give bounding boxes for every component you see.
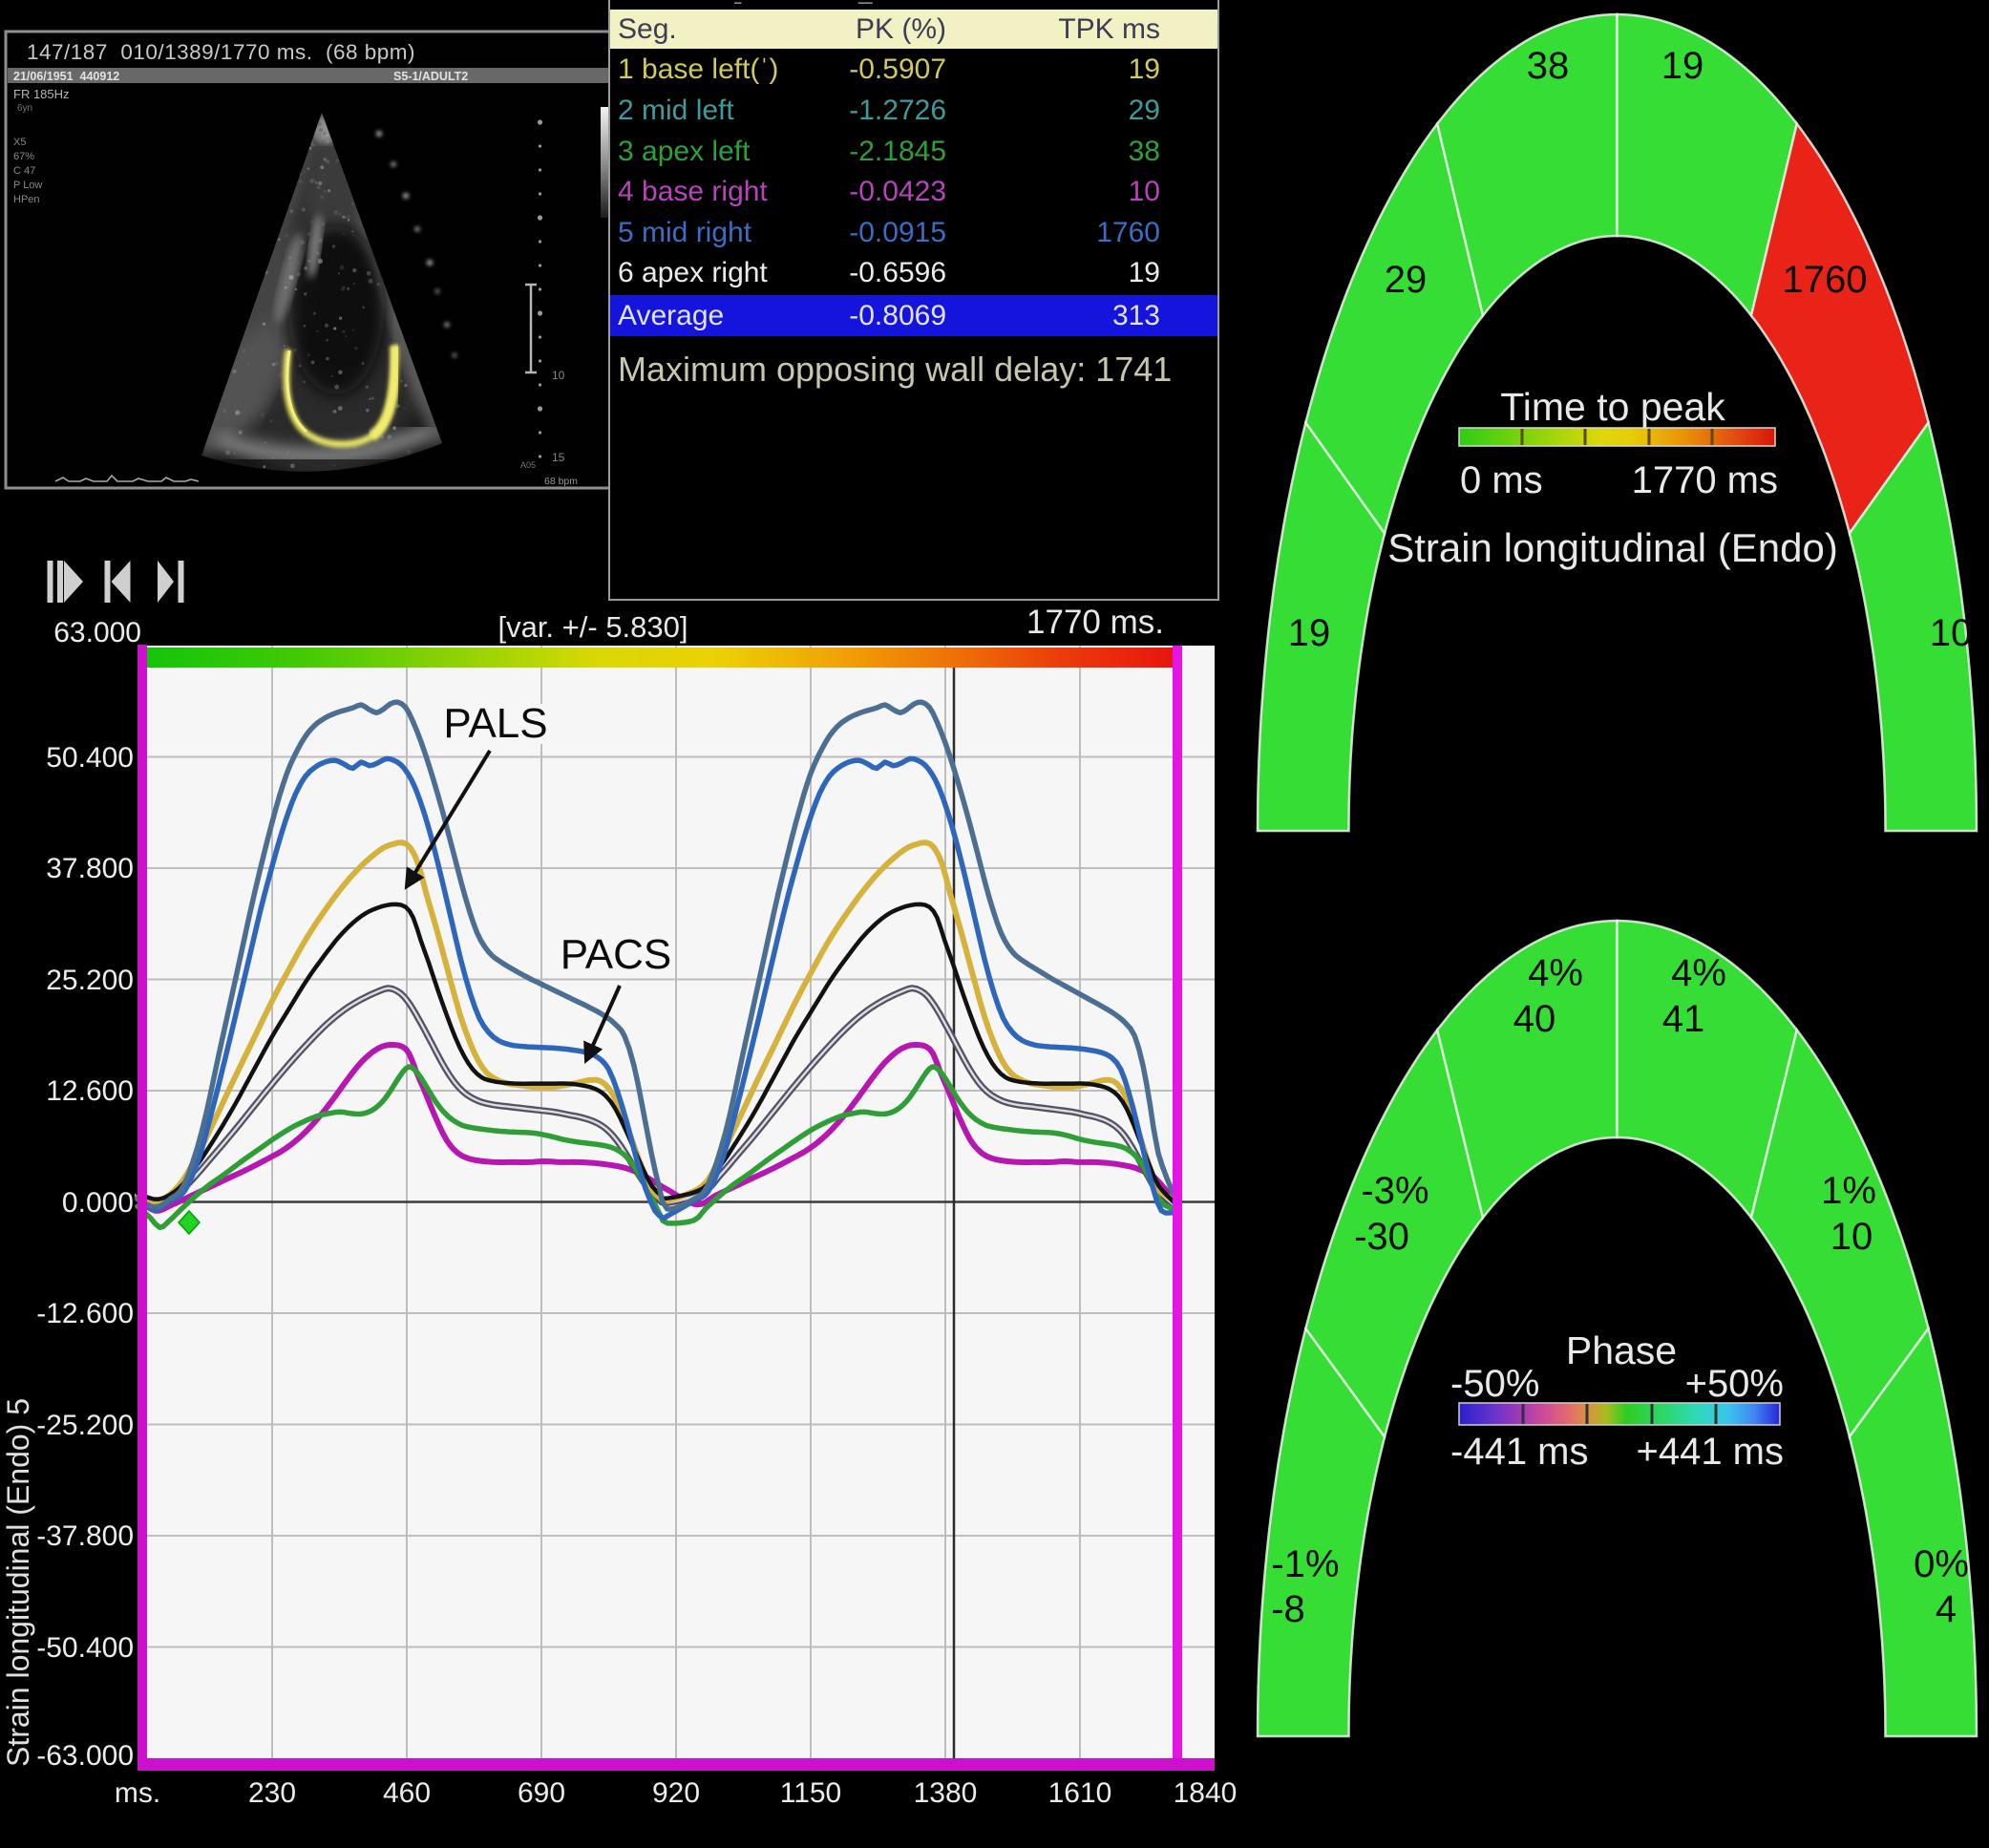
svg-text:-1%: -1%: [1271, 1543, 1339, 1585]
svg-text:4: 4: [1936, 1588, 1957, 1630]
svg-text:1380: 1380: [914, 1777, 978, 1809]
svg-text:-50%: -50%: [1450, 1363, 1539, 1405]
svg-text:1150: 1150: [780, 1777, 842, 1809]
svg-text:-30: -30: [1354, 1216, 1409, 1258]
svg-text:21/06/1951 440912: 21/06/1951 440912: [13, 70, 119, 83]
svg-text:PACS: PACS: [561, 931, 672, 978]
svg-text:6yn: 6yn: [17, 103, 32, 114]
svg-text:690: 690: [518, 1777, 565, 1809]
svg-text:38: 38: [1527, 45, 1570, 87]
svg-text:67%: 67%: [13, 151, 34, 162]
svg-text:460: 460: [383, 1777, 431, 1809]
svg-text:40: 40: [1513, 998, 1556, 1040]
svg-text:37.800: 37.800: [46, 853, 134, 884]
svg-text:1%: 1%: [1821, 1170, 1876, 1212]
svg-text:-8: -8: [1271, 1588, 1305, 1630]
svg-text:A05: A05: [520, 460, 536, 470]
svg-text:P Low: P Low: [13, 180, 42, 191]
svg-text:920: 920: [652, 1777, 700, 1809]
svg-text:15: 15: [552, 451, 565, 464]
svg-text:4%: 4%: [1528, 952, 1583, 994]
svg-text:68 bpm: 68 bpm: [544, 476, 578, 487]
svg-text:10: 10: [552, 369, 565, 382]
svg-text:4%: 4%: [1671, 952, 1726, 994]
svg-text:S5-1/ADULT2: S5-1/ADULT2: [393, 70, 468, 83]
svg-text:[var. +/- 5.830]: [var. +/- 5.830]: [497, 610, 688, 644]
svg-text:X5: X5: [13, 137, 26, 148]
svg-text:0%: 0%: [1914, 1543, 1969, 1585]
svg-text:1770 ms: 1770 ms: [1632, 459, 1778, 501]
svg-text:Time to peak: Time to peak: [1500, 385, 1725, 429]
svg-text:41: 41: [1662, 998, 1705, 1040]
svg-text:12.600: 12.600: [46, 1075, 134, 1107]
svg-text:-25.200: -25.200: [36, 1410, 134, 1441]
svg-text:0.000: 0.000: [62, 1187, 134, 1219]
svg-text:19: 19: [1288, 612, 1331, 654]
svg-text:230: 230: [248, 1777, 296, 1809]
svg-text:147/187 010/1389/1770 ms. (6: 147/187 010/1389/1770 ms. (68 bpm): [27, 40, 415, 64]
svg-text:1770 ms.: 1770 ms.: [1026, 604, 1164, 641]
svg-text:10: 10: [1830, 1216, 1873, 1258]
svg-text:50.400: 50.400: [46, 742, 134, 774]
svg-text:25.200: 25.200: [46, 965, 134, 996]
svg-text:1760: 1760: [1783, 259, 1868, 301]
svg-text:19: 19: [1661, 45, 1704, 87]
svg-text:-63.000: -63.000: [36, 1740, 134, 1772]
svg-text:HPen: HPen: [13, 194, 40, 205]
svg-text:Phase: Phase: [1566, 1328, 1677, 1372]
svg-text:Strain longitudinal (Endo) 5: Strain longitudinal (Endo) 5: [1, 1398, 35, 1767]
svg-text:-441 ms: -441 ms: [1450, 1431, 1589, 1473]
svg-text:-12.600: -12.600: [36, 1298, 134, 1329]
svg-text:10: 10: [1930, 612, 1973, 654]
svg-text:1840: 1840: [1174, 1777, 1238, 1809]
svg-text:-50.400: -50.400: [36, 1632, 134, 1664]
svg-text:FR 185Hz: FR 185Hz: [13, 87, 70, 101]
svg-text:PALS: PALS: [443, 700, 547, 747]
svg-text:Strain longitudinal (Endo): Strain longitudinal (Endo): [1387, 525, 1838, 570]
svg-text:0 ms: 0 ms: [1460, 459, 1543, 501]
svg-text:-3%: -3%: [1361, 1170, 1428, 1212]
svg-text:C 47: C 47: [13, 165, 35, 177]
svg-text:-37.800: -37.800: [36, 1520, 134, 1552]
svg-text:ms.: ms.: [115, 1777, 160, 1809]
svg-text:1610: 1610: [1048, 1777, 1112, 1809]
svg-text:+441 ms: +441 ms: [1636, 1431, 1784, 1473]
svg-text:63.000: 63.000: [53, 617, 141, 648]
svg-text:+50%: +50%: [1685, 1363, 1784, 1405]
svg-text:29: 29: [1385, 259, 1428, 301]
